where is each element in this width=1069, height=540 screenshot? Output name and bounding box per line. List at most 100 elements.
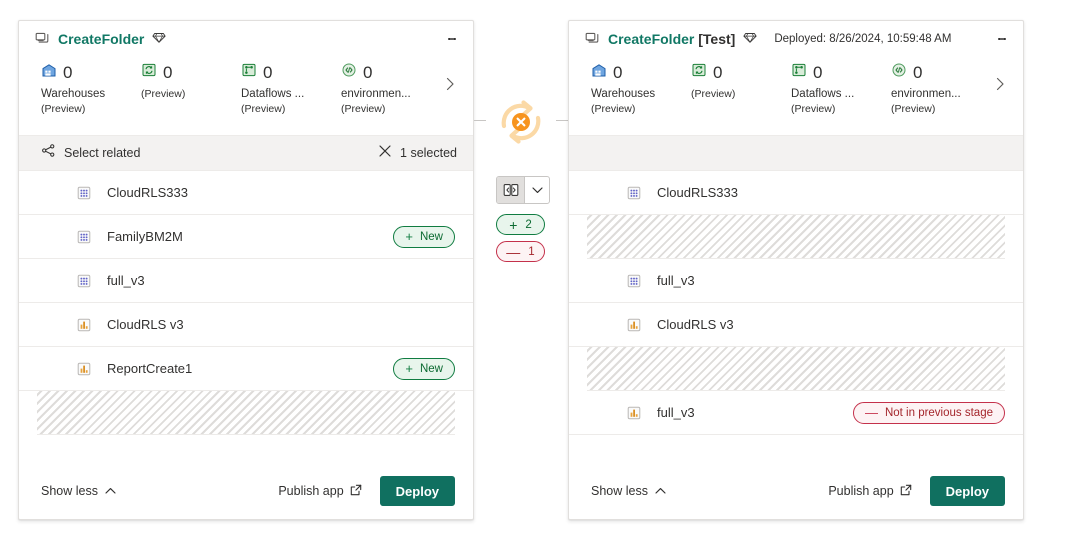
connector-line-left <box>474 120 486 121</box>
metrics-row: 0 Warehouses (Preview) 0 <box>19 57 473 135</box>
card-title-group: CreateFolder <box>35 29 183 50</box>
connector-line-right <box>556 120 568 121</box>
selected-count-label: 1 selected <box>400 146 457 160</box>
list-item-name: CloudRLS333 <box>107 185 188 200</box>
metric-label: Warehouses <box>591 87 691 102</box>
metric-count: 0 <box>813 64 822 81</box>
metric-warehouses[interactable]: 0 Warehouses (Preview) <box>591 61 691 116</box>
open-in-new-icon <box>900 484 912 499</box>
more-vertical-icon[interactable] <box>991 28 1013 50</box>
report-icon <box>75 360 93 378</box>
item-list: CloudRLS333 full_v3 <box>569 171 1023 463</box>
close-icon[interactable] <box>379 144 391 162</box>
metric-top: 0 <box>791 61 891 83</box>
metric-dataflows[interactable]: 0 Dataflows ... (Preview) <box>241 61 341 116</box>
list-item-name: ReportCreate1 <box>107 361 192 376</box>
clear-selection-group[interactable]: 1 selected <box>379 144 457 162</box>
chevron-right-icon[interactable] <box>439 73 461 95</box>
environment-icon <box>891 62 907 83</box>
dataflow-gen2-icon <box>691 62 707 83</box>
metric-dataflow-gen2[interactable]: 0 (Preview) <box>691 61 791 101</box>
publish-app-button[interactable]: Publish app <box>278 484 361 499</box>
deploy-button[interactable]: Deploy <box>380 476 455 506</box>
deploy-button[interactable]: Deploy <box>930 476 1005 506</box>
chevron-down-icon[interactable] <box>525 177 549 203</box>
semantic-model-icon <box>75 272 93 290</box>
metric-top: 0 <box>141 61 241 83</box>
metric-sub: (Preview) <box>591 102 691 116</box>
warehouse-icon <box>41 62 57 83</box>
compare-split-icon[interactable] <box>497 177 525 203</box>
list-item[interactable]: FamilyBM2M + New <box>19 215 473 259</box>
badge-sign: — <box>506 245 520 259</box>
badge-sign: + <box>405 362 413 375</box>
show-less-button[interactable]: Show less <box>591 484 666 498</box>
metric-sub: (Preview) <box>891 102 991 116</box>
metric-warehouses[interactable]: 0 Warehouses (Preview) <box>41 61 141 116</box>
stage-card-test: CreateFolder [Test] Deployed: 8/26/2024,… <box>568 20 1024 520</box>
card-footer: Show less Publish app Deploy <box>569 463 1023 519</box>
warehouse-icon <box>591 62 607 83</box>
compare-view-toggle[interactable] <box>496 176 550 204</box>
publish-app-button[interactable]: Publish app <box>828 484 911 499</box>
list-item[interactable]: ReportCreate1 + New <box>19 347 473 391</box>
chevron-up-icon <box>655 484 666 498</box>
show-less-button[interactable]: Show less <box>41 484 116 498</box>
share-related-icon <box>41 143 56 163</box>
report-icon <box>75 316 93 334</box>
list-item[interactable]: full_v3 — Not in previous stage <box>569 391 1023 435</box>
deployment-pipeline-compare: CreateFolder <box>0 0 1069 540</box>
badge-sign: + <box>405 230 413 243</box>
report-icon <box>625 316 643 334</box>
diamond-icon <box>743 30 757 49</box>
show-less-label: Show less <box>41 484 98 498</box>
badge-text: New <box>420 363 443 375</box>
metric-label: environmen... <box>891 87 991 102</box>
metric-sub: (Preview) <box>41 102 141 116</box>
footer-actions: Publish app Deploy <box>828 476 1005 506</box>
list-item[interactable]: full_v3 <box>19 259 473 303</box>
select-related-button[interactable]: Select related <box>41 143 140 163</box>
metric-label: Dataflows ... <box>241 87 341 102</box>
metric-count: 0 <box>913 64 922 81</box>
list-item[interactable]: CloudRLS333 <box>569 171 1023 215</box>
list-item[interactable]: CloudRLS v3 <box>569 303 1023 347</box>
metrics-row: 0 Warehouses (Preview) 0 <box>569 57 1023 135</box>
page-title[interactable]: CreateFolder [Test] <box>608 31 735 47</box>
metric-dataflows[interactable]: 0 Dataflows ... (Preview) <box>791 61 891 116</box>
list-item[interactable]: full_v3 <box>569 259 1023 303</box>
metric-count: 0 <box>713 64 722 81</box>
metric-top: 0 <box>591 61 691 83</box>
page-title[interactable]: CreateFolder <box>58 31 144 47</box>
list-item-name: full_v3 <box>107 273 145 288</box>
metric-label: Warehouses <box>41 87 141 102</box>
select-related-bar: Select related 1 selected <box>19 135 473 171</box>
dataflows-icon <box>791 62 807 83</box>
chevron-right-icon[interactable] <box>989 73 1011 95</box>
environment-icon <box>341 62 357 83</box>
list-item[interactable]: CloudRLS333 <box>19 171 473 215</box>
status-badge: + New <box>393 358 455 380</box>
metric-sub: (Preview) <box>691 87 791 101</box>
more-vertical-icon[interactable] <box>441 28 463 50</box>
list-item[interactable]: CloudRLS v3 <box>19 303 473 347</box>
stage-connector: + 2 — 1 <box>474 20 568 520</box>
metric-top: 0 <box>691 61 791 83</box>
metric-environments[interactable]: 0 environmen... (Preview) <box>891 61 991 116</box>
metric-top: 0 <box>891 61 991 83</box>
metric-dataflow-gen2[interactable]: 0 (Preview) <box>141 61 241 101</box>
status-badge: — Not in previous stage <box>853 402 1005 424</box>
badge-text: Not in previous stage <box>885 407 993 419</box>
badge-sign: + <box>509 218 517 232</box>
semantic-model-icon <box>75 184 93 202</box>
badge-count: 2 <box>525 219 531 231</box>
metric-environments[interactable]: 0 environmen... (Preview) <box>341 61 441 116</box>
dataflow-gen2-icon <box>141 62 157 83</box>
list-item-name: full_v3 <box>657 273 695 288</box>
list-item-name: CloudRLS333 <box>657 185 738 200</box>
metric-count: 0 <box>63 64 72 81</box>
stage-title-text: CreateFolder <box>58 31 144 47</box>
select-related-label: Select related <box>64 146 140 160</box>
workspace-icon <box>585 29 601 50</box>
list-item-name: CloudRLS v3 <box>657 317 734 332</box>
